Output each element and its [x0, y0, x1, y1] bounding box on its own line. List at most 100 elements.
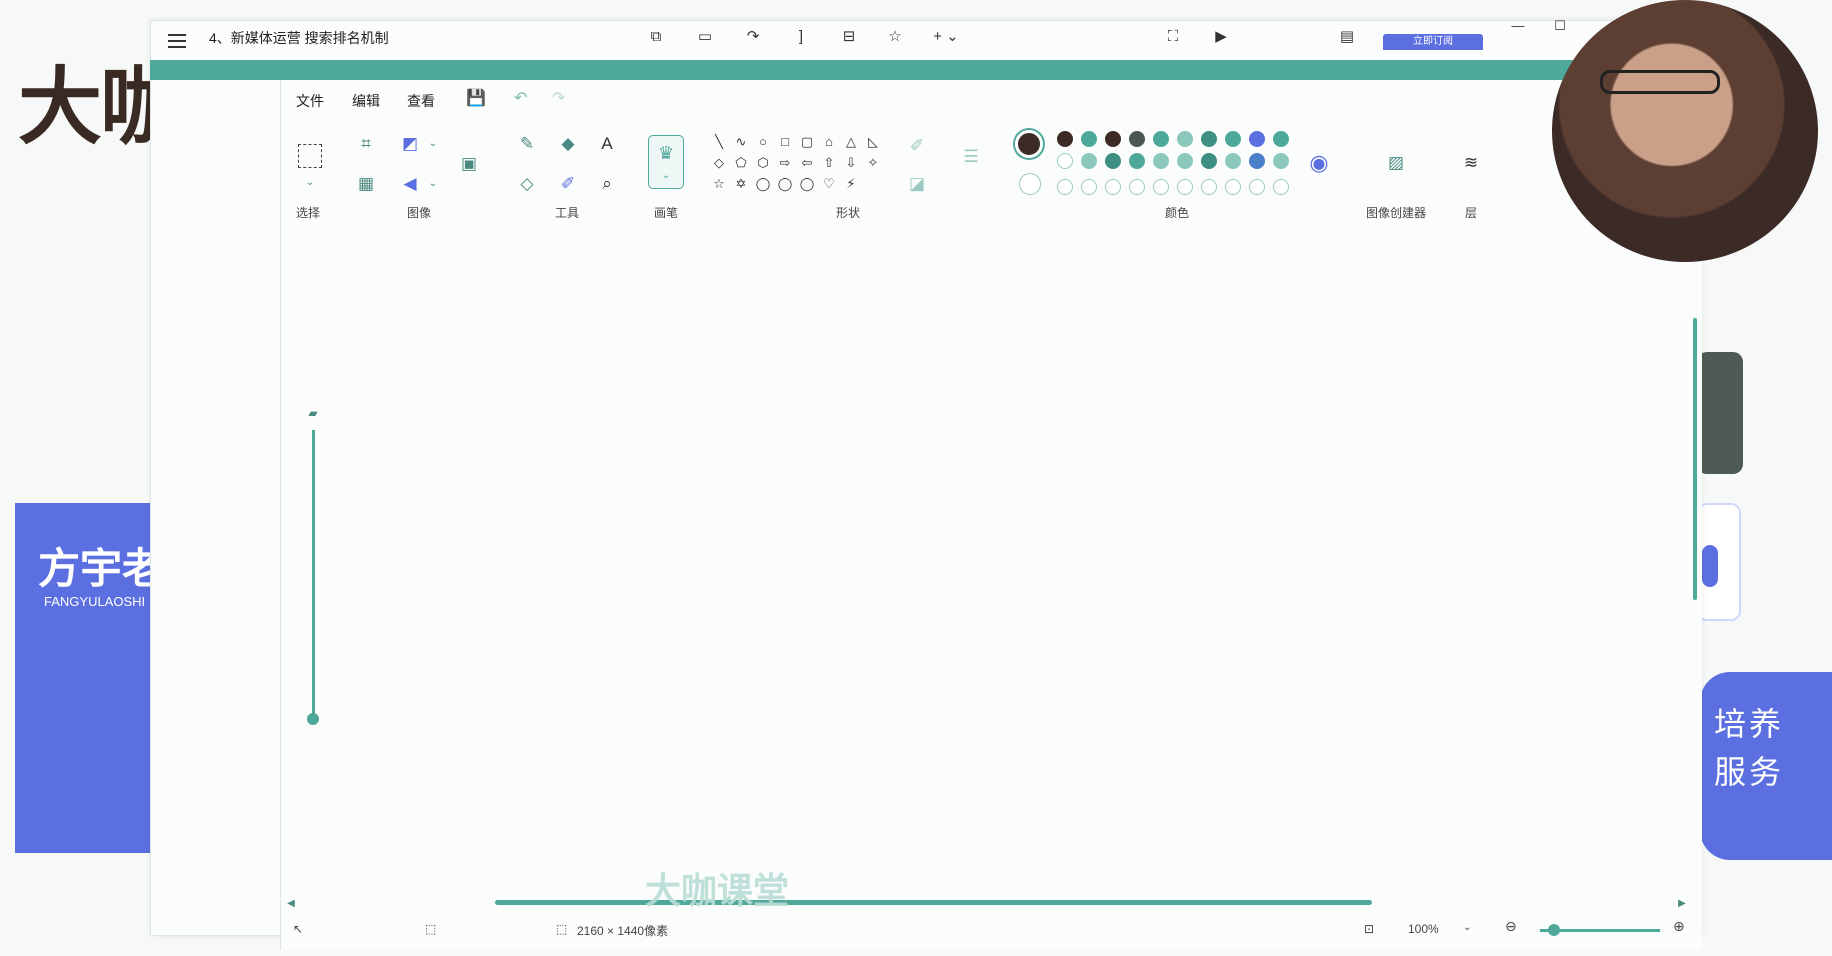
- up-arrow-shape-icon[interactable]: ⇧: [820, 154, 838, 172]
- menu-edit[interactable]: 编辑: [352, 91, 380, 111]
- custom-color-slot[interactable]: [1129, 179, 1145, 195]
- menu-file[interactable]: 文件: [296, 91, 324, 111]
- lightning-shape-icon[interactable]: ⚡: [842, 175, 860, 193]
- hexagon-shape-icon[interactable]: ⬡: [754, 154, 772, 172]
- zoom-slider-handle[interactable]: [1548, 924, 1560, 936]
- copilot-icon[interactable]: ◉: [1308, 152, 1330, 174]
- custom-color-slot[interactable]: [1249, 179, 1265, 195]
- fullscreen-icon[interactable]: ⛶: [1162, 26, 1184, 48]
- rounded-rectangle-shape-icon[interactable]: ▢: [798, 133, 816, 151]
- play-window-icon[interactable]: ▶: [1210, 26, 1232, 48]
- sidebar-toggle-icon[interactable]: ▤: [1336, 26, 1358, 48]
- color-swatch[interactable]: [1177, 131, 1193, 147]
- menu-view[interactable]: 查看: [407, 91, 435, 111]
- hamburger-menu-icon[interactable]: [168, 34, 186, 48]
- heart-shape-icon[interactable]: ♡: [820, 175, 838, 193]
- color-swatch[interactable]: [1201, 131, 1217, 147]
- color-swatch[interactable]: [1105, 131, 1121, 147]
- bracket-icon[interactable]: ]: [790, 26, 812, 48]
- custom-color-slot[interactable]: [1273, 179, 1289, 195]
- six-point-star-shape-icon[interactable]: ✡: [732, 175, 750, 193]
- color-swatch[interactable]: [1129, 153, 1145, 169]
- custom-color-slot[interactable]: [1201, 179, 1217, 195]
- fit-to-window-icon[interactable]: ⊡: [1364, 922, 1374, 936]
- custom-color-slot[interactable]: [1105, 179, 1121, 195]
- subscribe-button[interactable]: 立即订阅: [1383, 34, 1483, 50]
- rotate-icon[interactable]: ↷: [742, 26, 764, 48]
- rectangle-shape-icon[interactable]: □: [776, 133, 794, 151]
- primary-color-swatch[interactable]: [1015, 130, 1043, 158]
- color-swatch[interactable]: [1057, 153, 1073, 169]
- color-swatch[interactable]: [1081, 131, 1097, 147]
- color-picker-icon[interactable]: ✐: [557, 173, 579, 195]
- custom-color-slot[interactable]: [1153, 179, 1169, 195]
- diamond-shape-icon[interactable]: ◇: [710, 154, 728, 172]
- save-icon[interactable]: 💾: [466, 88, 486, 108]
- custom-color-slot[interactable]: [1225, 179, 1241, 195]
- redo-icon[interactable]: ↷: [552, 88, 565, 108]
- subtitle-icon[interactable]: ⊟: [838, 26, 860, 48]
- custom-color-slot[interactable]: [1057, 179, 1073, 195]
- undo-icon[interactable]: ↶: [514, 88, 527, 108]
- custom-color-slot[interactable]: [1177, 179, 1193, 195]
- brush-size-handle[interactable]: [307, 713, 319, 725]
- eraser-icon[interactable]: ◇: [516, 173, 538, 195]
- pentagon-shape-icon[interactable]: ⬠: [732, 154, 750, 172]
- rotate-dropdown-icon[interactable]: ⌄: [422, 173, 444, 195]
- color-swatch[interactable]: [1057, 131, 1073, 147]
- scroll-right-icon[interactable]: ▶: [1671, 893, 1693, 915]
- pencil-icon[interactable]: ✎: [516, 133, 538, 155]
- scroll-left-icon[interactable]: ◀: [280, 893, 302, 915]
- vertical-scrollbar[interactable]: [1693, 318, 1697, 600]
- color-swatch[interactable]: [1201, 153, 1217, 169]
- color-swatch[interactable]: [1081, 153, 1097, 169]
- color-swatch[interactable]: [1129, 131, 1145, 147]
- layers-icon[interactable]: ≋: [1460, 152, 1482, 174]
- down-arrow-shape-icon[interactable]: ⇩: [842, 154, 860, 172]
- color-swatch[interactable]: [1153, 131, 1169, 147]
- color-swatch[interactable]: [1225, 153, 1241, 169]
- screenshot-icon[interactable]: ⧉: [645, 26, 667, 48]
- secondary-color-swatch[interactable]: [1019, 173, 1041, 195]
- five-point-star-shape-icon[interactable]: ☆: [710, 175, 728, 193]
- rect-callout-shape-icon[interactable]: ◯: [754, 175, 772, 193]
- color-swatch[interactable]: [1153, 153, 1169, 169]
- right-arrow-shape-icon[interactable]: ⇨: [776, 154, 794, 172]
- line-shape-icon[interactable]: ╲: [710, 133, 728, 151]
- fill-icon[interactable]: ◆: [557, 133, 579, 155]
- rotate-image-icon[interactable]: ◀: [399, 173, 421, 195]
- add-dropdown-icon[interactable]: + ⌄: [930, 26, 962, 48]
- selection-dropdown-icon[interactable]: ⌄: [299, 172, 321, 194]
- left-arrow-shape-icon[interactable]: ⇦: [798, 154, 816, 172]
- magnifier-icon[interactable]: ⌕: [596, 173, 618, 195]
- drawing-canvas[interactable]: [285, 220, 1695, 900]
- shape-fill-icon[interactable]: ◪: [906, 173, 928, 195]
- right-triangle-shape-icon[interactable]: ◺: [864, 133, 882, 151]
- color-swatch[interactable]: [1273, 131, 1289, 147]
- zoom-out-icon[interactable]: ⊖: [1505, 918, 1517, 935]
- polygon-shape-icon[interactable]: ⌂: [820, 133, 838, 151]
- pip-icon[interactable]: ▭: [694, 26, 716, 48]
- four-point-star-shape-icon[interactable]: ✧: [864, 154, 882, 172]
- custom-color-slot[interactable]: [1081, 179, 1097, 195]
- color-swatch[interactable]: [1177, 153, 1193, 169]
- zoom-level[interactable]: 100%: [1408, 922, 1439, 936]
- minimize-icon[interactable]: —: [1508, 18, 1528, 38]
- star-icon[interactable]: ☆: [884, 26, 906, 48]
- color-swatch[interactable]: [1105, 153, 1121, 169]
- maximize-icon[interactable]: ☐: [1550, 18, 1570, 38]
- resize-icon[interactable]: ◩: [399, 133, 421, 155]
- selection-tool-icon[interactable]: [298, 144, 322, 168]
- zoom-dropdown-icon[interactable]: ⌄: [1463, 922, 1471, 933]
- curve-shape-icon[interactable]: ∿: [732, 133, 750, 151]
- image-creator-icon[interactable]: ▨: [1385, 152, 1407, 174]
- color-swatch[interactable]: [1225, 131, 1241, 147]
- color-swatch[interactable]: [1249, 131, 1265, 147]
- remove-background-icon[interactable]: ▣: [458, 153, 480, 175]
- triangle-shape-icon[interactable]: △: [842, 133, 860, 151]
- image-effects-icon[interactable]: ▦: [355, 173, 377, 195]
- brushes-button[interactable]: ♛ ⌄: [648, 135, 684, 189]
- color-swatch[interactable]: [1273, 153, 1289, 169]
- cloud-callout-shape-icon[interactable]: ◯: [798, 175, 816, 193]
- color-swatch[interactable]: [1249, 153, 1265, 169]
